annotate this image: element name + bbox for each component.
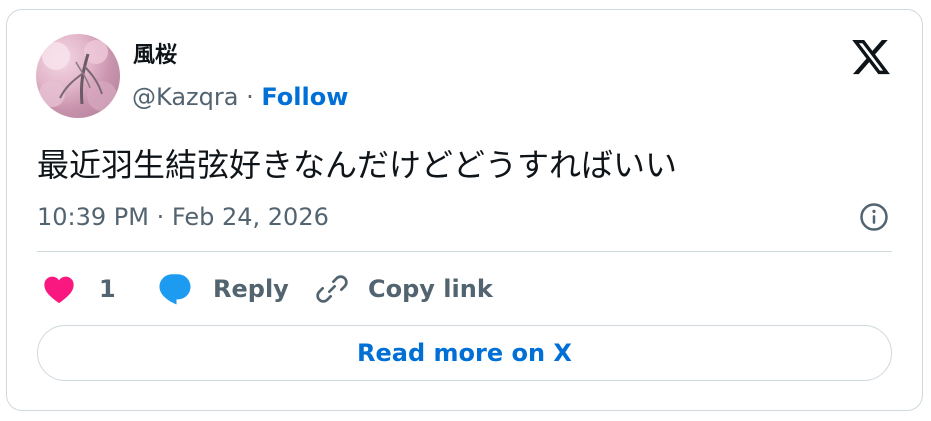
handle-separator: · bbox=[246, 83, 254, 111]
author-handle-row: @Kazqra · Follow bbox=[132, 82, 348, 112]
info-icon[interactable] bbox=[859, 202, 889, 232]
reply-label: Reply bbox=[213, 275, 289, 303]
author-handle[interactable]: @Kazqra bbox=[132, 83, 238, 111]
speech-bubble-icon bbox=[159, 274, 191, 305]
heart-icon bbox=[44, 276, 74, 304]
copy-link-label: Copy link bbox=[368, 275, 493, 303]
author-display-name[interactable]: 風桜 bbox=[133, 42, 177, 70]
divider bbox=[37, 251, 892, 252]
tweet-embed-card: 風桜 @Kazqra · Follow 最近羽生結弦好きなんだけどどうすればいい… bbox=[6, 9, 923, 411]
tweet-text: 最近羽生結弦好きなんだけどどうすればいい bbox=[37, 146, 678, 184]
x-logo-icon[interactable] bbox=[850, 36, 892, 78]
avatar-image bbox=[39, 40, 117, 111]
tweet-timestamp[interactable]: 10:39 PM · Feb 24, 2026 bbox=[37, 202, 329, 232]
reply-button[interactable]: Reply bbox=[157, 271, 289, 307]
read-more-button[interactable]: Read more on X bbox=[37, 325, 892, 381]
like-button[interactable]: 1 bbox=[43, 271, 116, 307]
link-icon bbox=[316, 275, 348, 303]
avatar[interactable] bbox=[36, 34, 120, 118]
follow-link[interactable]: Follow bbox=[261, 83, 348, 111]
copy-link-button[interactable]: Copy link bbox=[316, 271, 493, 307]
like-count: 1 bbox=[99, 275, 116, 303]
